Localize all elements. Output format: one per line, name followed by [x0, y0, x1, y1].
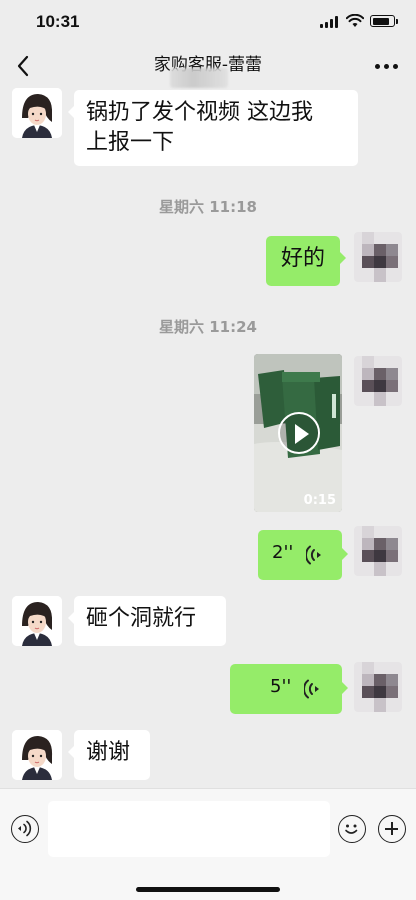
avatar[interactable]	[354, 356, 402, 406]
status-bar: 10:31	[0, 0, 416, 44]
input-bar	[0, 788, 416, 900]
mosaic-avatar-icon	[354, 356, 402, 406]
avatar[interactable]	[12, 730, 62, 780]
video-duration: 0:15	[303, 493, 336, 508]
avatar[interactable]	[12, 88, 62, 138]
smiley-face-icon	[345, 824, 358, 834]
mosaic-avatar-icon	[354, 526, 402, 576]
message-timestamp: 星期六 11:18	[159, 198, 257, 216]
message-text: 好的	[280, 246, 325, 271]
mosaic-blur	[170, 68, 228, 88]
voice-wave-icon	[306, 545, 321, 565]
message-text: 砸个洞就行	[86, 606, 197, 631]
voice-wave-icon	[18, 820, 32, 837]
play-icon[interactable]	[278, 412, 320, 454]
avatar[interactable]	[354, 232, 402, 282]
voice-message[interactable]: 5''	[230, 664, 348, 714]
avatar[interactable]	[12, 596, 62, 646]
voice-duration: 5''	[270, 676, 292, 697]
cellular-signal-icon	[320, 16, 340, 28]
received-message-bubble[interactable]: 锅扔了发个视频 这边我 上报一下	[68, 90, 358, 166]
received-message-bubble[interactable]: 砸个洞就行	[68, 596, 226, 646]
video-message[interactable]: 0:15	[254, 354, 342, 512]
voice-message[interactable]: 2''	[258, 530, 348, 580]
chat-header: 家购客服-蕾蕾	[0, 44, 416, 88]
message-text-line: 锅扔了发个视频 这边我	[86, 100, 313, 125]
emoji-icon[interactable]	[338, 815, 366, 843]
received-message-bubble[interactable]: 谢谢	[68, 730, 150, 780]
avatar[interactable]	[354, 526, 402, 576]
mosaic-avatar-icon	[354, 662, 402, 712]
sent-message-bubble[interactable]: 好的	[266, 236, 346, 286]
message-timestamp: 星期六 11:24	[159, 318, 257, 336]
voice-wave-icon	[304, 679, 319, 699]
message-text-line: 上报一下	[86, 130, 175, 155]
avatar[interactable]	[354, 662, 402, 712]
cartoon-avatar-icon	[12, 88, 62, 138]
cartoon-avatar-icon	[12, 596, 62, 646]
mosaic-avatar-icon	[354, 232, 402, 282]
message-input[interactable]	[48, 801, 330, 857]
voice-duration: 2''	[272, 542, 294, 563]
voice-mode-icon[interactable]	[11, 815, 39, 843]
wifi-icon	[346, 14, 364, 27]
home-indicator	[136, 887, 280, 892]
battery-icon	[370, 15, 398, 27]
more-dots-icon[interactable]	[375, 64, 399, 70]
cartoon-avatar-icon	[12, 730, 62, 780]
status-time: 10:31	[36, 12, 80, 31]
message-text: 谢谢	[86, 740, 131, 765]
plus-icon[interactable]	[378, 815, 406, 843]
